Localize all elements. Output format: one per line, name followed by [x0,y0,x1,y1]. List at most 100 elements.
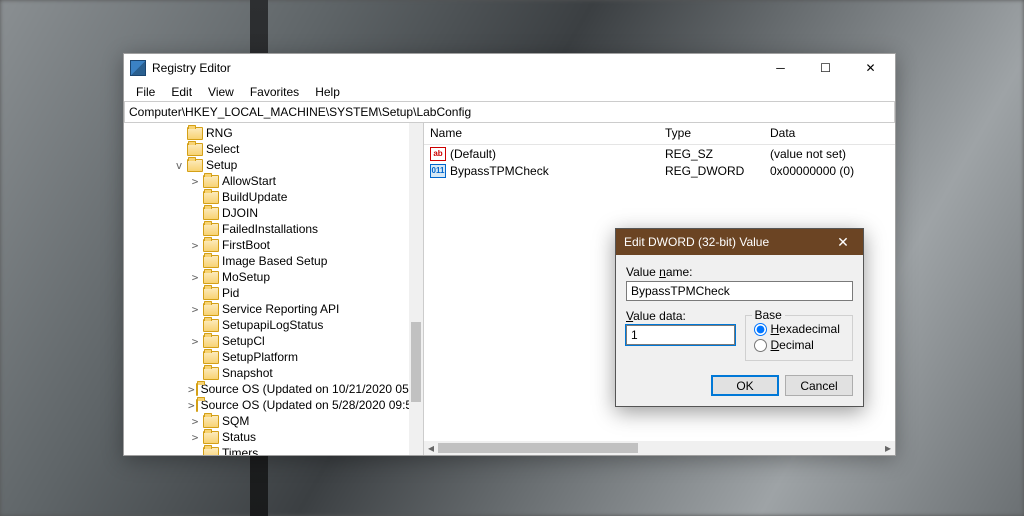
tree-node[interactable]: Pid [124,285,409,301]
expand-icon[interactable]: v [172,159,186,172]
tree-node[interactable]: > Status [124,429,409,445]
folder-icon [203,255,219,268]
folder-icon [203,287,219,300]
folder-icon [203,207,219,220]
tree-node[interactable]: v Setup [124,157,409,173]
base-group-label: Base [752,308,785,322]
expand-icon[interactable]: > [188,303,202,316]
tree-node[interactable]: > MoSetup [124,269,409,285]
folder-icon [196,399,198,412]
tree-node-label: FailedInstallations [222,222,318,236]
tree-node[interactable]: Snapshot [124,365,409,381]
folder-icon [203,239,219,252]
tree-node-label: Snapshot [222,366,273,380]
radio-decimal[interactable]: Decimal [754,338,845,352]
values-header: Name Type Data [424,123,895,145]
tree-node[interactable]: FailedInstallations [124,221,409,237]
folder-icon [203,367,219,380]
dialog-titlebar[interactable]: Edit DWORD (32-bit) Value ✕ [616,229,863,255]
folder-icon [203,447,219,456]
tree-node[interactable]: RNG [124,125,409,141]
folder-icon [203,319,219,332]
value-row[interactable]: ab(Default)REG_SZ(value not set) [424,145,895,162]
expand-icon[interactable]: > [188,415,202,428]
expand-icon[interactable]: > [188,399,195,412]
tree-node[interactable]: Image Based Setup [124,253,409,269]
radio-dec-input[interactable] [754,339,767,352]
tree-scrollbar-thumb[interactable] [411,322,421,402]
tree-node-label: MoSetup [222,270,270,284]
dword-value-icon: 011 [430,164,446,178]
value-type: REG_DWORD [659,164,764,178]
menu-favorites[interactable]: Favorites [242,83,307,101]
menu-edit[interactable]: Edit [163,83,200,101]
value-name: (Default) [450,147,496,161]
values-hscroll[interactable]: ◂ ▸ [424,441,895,455]
expand-icon[interactable]: > [188,335,202,348]
header-name[interactable]: Name [424,123,659,144]
tree-node-label: Source OS (Updated on 5/28/2020 09:50:15… [201,398,409,412]
radio-hex-input[interactable] [754,323,767,336]
value-data-input[interactable] [626,325,735,345]
tree-node[interactable]: SetupPlatform [124,349,409,365]
tree-node[interactable]: >SQM [124,413,409,429]
tree-node-label: SetupPlatform [222,350,298,364]
scroll-right-icon[interactable]: ▸ [881,441,895,455]
tree-node[interactable]: > Source OS (Updated on 10/21/2020 05:54:… [124,381,409,397]
tree-node[interactable]: >SetupCl [124,333,409,349]
dialog-title: Edit DWORD (32-bit) Value [624,235,823,249]
menubar: File Edit View Favorites Help [124,82,895,102]
close-button[interactable]: ✕ [848,54,893,82]
cancel-button[interactable]: Cancel [785,375,853,396]
dialog-close-button[interactable]: ✕ [823,229,863,255]
tree-node[interactable]: BuildUpdate [124,189,409,205]
value-row[interactable]: 011BypassTPMCheckREG_DWORD0x00000000 (0) [424,162,895,179]
header-type[interactable]: Type [659,123,764,144]
folder-icon [203,175,219,188]
address-text: Computer\HKEY_LOCAL_MACHINE\SYSTEM\Setup… [129,105,471,119]
value-type: REG_SZ [659,147,764,161]
scroll-left-icon[interactable]: ◂ [424,441,438,455]
ok-button[interactable]: OK [711,375,779,396]
tree-node-label: RNG [206,126,233,140]
base-group: Base Hexadecimal Decimal [745,315,854,361]
tree-node-label: Status [222,430,256,444]
folder-icon [203,335,219,348]
tree-node[interactable]: SetupapiLogStatus [124,317,409,333]
tree-node-label: Pid [222,286,239,300]
tree-node-label: Source OS (Updated on 10/21/2020 05:54:5… [201,382,409,396]
tree-scrollbar[interactable] [409,123,423,455]
header-data[interactable]: Data [764,123,895,144]
tree-node[interactable]: > AllowStart [124,173,409,189]
tree-node[interactable]: >FirstBoot [124,237,409,253]
string-value-icon: ab [430,147,446,161]
menu-file[interactable]: File [128,83,163,101]
folder-icon [203,271,219,284]
tree-node[interactable]: Timers [124,445,409,455]
expand-icon[interactable]: > [188,431,202,444]
tree-node-label: Timers [222,446,258,455]
tree-node[interactable]: > Source OS (Updated on 5/28/2020 09:50:1… [124,397,409,413]
maximize-button[interactable]: ☐ [803,54,848,82]
menu-help[interactable]: Help [307,83,348,101]
menu-view[interactable]: View [200,83,242,101]
tree-node[interactable]: >Service Reporting API [124,301,409,317]
expand-icon[interactable]: > [188,239,202,252]
minimize-button[interactable]: ─ [758,54,803,82]
titlebar[interactable]: Registry Editor ─ ☐ ✕ [124,54,895,82]
value-name-input[interactable] [626,281,853,301]
tree-node-label: SetupapiLogStatus [222,318,323,332]
value-name: BypassTPMCheck [450,164,549,178]
folder-icon [196,383,198,396]
tree-node[interactable]: DJOIN [124,205,409,221]
tree-node-label: Setup [206,158,237,172]
expand-icon[interactable]: > [188,175,202,188]
expand-icon[interactable]: > [188,271,202,284]
address-bar[interactable]: Computer\HKEY_LOCAL_MACHINE\SYSTEM\Setup… [124,101,895,123]
tree-node[interactable]: Select [124,141,409,157]
tree-node-label: AllowStart [222,174,276,188]
expand-icon[interactable]: > [188,383,195,396]
radio-hexadecimal[interactable]: Hexadecimal [754,322,845,336]
folder-icon [187,143,203,156]
values-hscroll-thumb[interactable] [438,443,638,453]
